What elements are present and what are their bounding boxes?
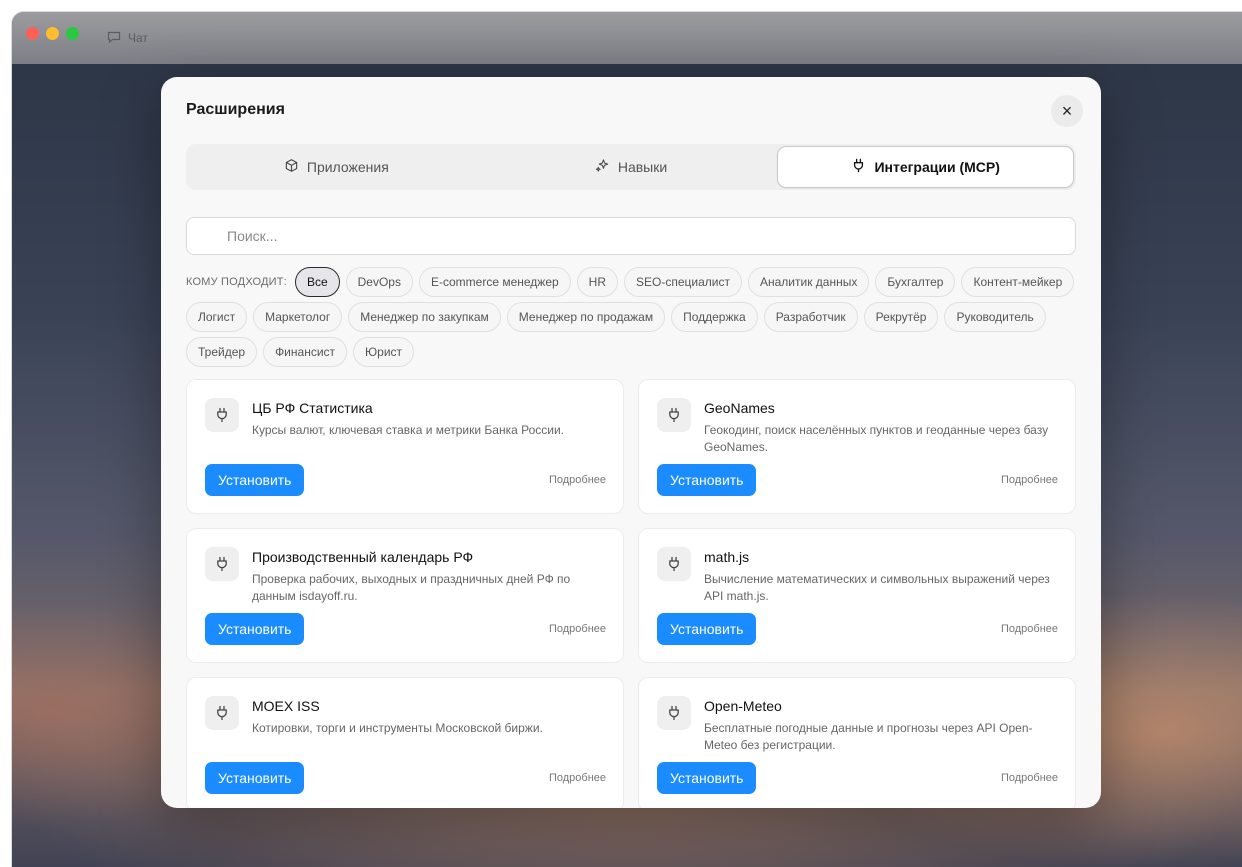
audience-filters: КОМУ ПОДХОДИТ: Все DevOps E-commerce мен…	[186, 267, 1076, 367]
plug-icon	[657, 696, 691, 730]
close-icon: ×	[1061, 100, 1073, 121]
integration-card: GeoNames Геокодинг, поиск населённых пун…	[638, 379, 1076, 514]
integration-card: math.js Вычисление математических и симв…	[638, 528, 1076, 663]
card-title: GeoNames	[704, 400, 775, 416]
install-button[interactable]: Установить	[205, 464, 305, 496]
details-link[interactable]: Подробнее	[1001, 474, 1058, 486]
filter-chip-financier[interactable]: Финансист	[263, 337, 348, 367]
filter-chip-recruiter[interactable]: Рекрутёр	[863, 302, 939, 332]
modal-title: Расширения	[186, 101, 285, 118]
card-title: Open-Meteo	[704, 698, 782, 714]
plug-icon	[657, 398, 691, 432]
zoom-window-button[interactable]	[66, 27, 79, 40]
filter-chip-logistician[interactable]: Логист	[186, 302, 248, 332]
tab-integrations-label: Интеграции (MCP)	[874, 159, 1000, 175]
card-title: math.js	[704, 549, 750, 565]
install-button[interactable]: Установить	[657, 464, 757, 496]
box-icon	[284, 158, 299, 176]
filter-chip-support[interactable]: Поддержка	[671, 302, 758, 332]
integration-card: ЦБ РФ Статистика Курсы валют, ключевая с…	[186, 379, 624, 514]
search-box	[186, 217, 1076, 255]
plug-icon	[657, 547, 691, 581]
close-button[interactable]: ×	[1051, 95, 1083, 127]
plug-icon	[205, 398, 239, 432]
tab-bar: Приложения Навыки Интеграции (MCP)	[186, 144, 1076, 190]
plug-icon	[851, 158, 866, 176]
filter-chip-seo[interactable]: SEO-специалист	[624, 267, 742, 297]
card-description: Геокодинг, поиск населённых пунктов и ге…	[704, 423, 1049, 454]
filter-chip-hr[interactable]: HR	[576, 267, 619, 297]
close-window-button[interactable]	[26, 27, 39, 40]
plug-icon	[205, 547, 239, 581]
integration-card: Производственный календарь РФ Проверка р…	[186, 528, 624, 663]
details-link[interactable]: Подробнее	[1001, 623, 1058, 635]
install-button[interactable]: Установить	[205, 762, 305, 794]
filter-chip-devops[interactable]: DevOps	[345, 267, 413, 297]
card-title: MOEX ISS	[252, 698, 320, 714]
title-bar: Чат	[12, 12, 1242, 64]
filter-chip-developer[interactable]: Разработчик	[763, 302, 858, 332]
filter-chip-content-maker[interactable]: Контент-мейкер	[961, 267, 1075, 297]
install-button[interactable]: Установить	[205, 613, 305, 645]
install-button[interactable]: Установить	[657, 762, 757, 794]
tab-integrations[interactable]: Интеграции (MCP)	[778, 147, 1074, 187]
extensions-modal: Расширения × Приложения Навыки Интеграци…	[161, 77, 1101, 808]
details-link[interactable]: Подробнее	[1001, 772, 1058, 784]
tab-apps-label: Приложения	[306, 159, 389, 175]
plug-icon	[205, 696, 239, 730]
integrations-grid: ЦБ РФ Статистика Курсы валют, ключевая с…	[186, 379, 1076, 808]
minimize-window-button[interactable]	[46, 27, 59, 40]
filter-chip-data-analyst[interactable]: Аналитик данных	[747, 267, 870, 297]
search-input[interactable]	[187, 218, 1075, 254]
card-description: Котировки, торги и инструменты Московско…	[252, 721, 543, 735]
filter-chip-marketer[interactable]: Маркетолог	[253, 302, 343, 332]
card-title: Производственный календарь РФ	[252, 549, 474, 565]
filter-chip-manager[interactable]: Руководитель	[944, 302, 1046, 332]
card-description: Бесплатные погодные данные и прогнозы че…	[704, 721, 1033, 752]
card-description: Вычисление математических и символьных в…	[704, 572, 1050, 603]
card-title: ЦБ РФ Статистика	[252, 400, 373, 416]
tab-skills-label: Навыки	[617, 159, 668, 175]
tab-apps[interactable]: Приложения	[189, 147, 484, 187]
filter-chip-procurement[interactable]: Менеджер по закупкам	[348, 302, 501, 332]
filter-chip-all[interactable]: Все	[294, 267, 340, 297]
filter-chip-ecommerce[interactable]: E-commerce менеджер	[418, 267, 571, 297]
integration-card: MOEX ISS Котировки, торги и инструменты …	[186, 677, 624, 808]
details-link[interactable]: Подробнее	[549, 623, 606, 635]
install-button[interactable]: Установить	[657, 613, 757, 645]
chat-bubble-icon	[106, 29, 122, 48]
sparkles-icon	[595, 158, 610, 176]
filter-chip-lawyer[interactable]: Юрист	[353, 337, 415, 367]
filter-chip-accountant[interactable]: Бухгалтер	[875, 267, 956, 297]
card-description: Курсы валют, ключевая ставка и метрики Б…	[252, 423, 565, 437]
chat-tab[interactable]: Чат	[106, 28, 148, 48]
filter-chip-sales[interactable]: Менеджер по продажам	[506, 302, 666, 332]
details-link[interactable]: Подробнее	[549, 474, 606, 486]
card-description: Проверка рабочих, выходных и праздничных…	[252, 572, 571, 603]
filter-label: КОМУ ПОДХОДИТ:	[186, 276, 287, 288]
app-window: Чат Расширения × Приложения Навыки Интег…	[12, 12, 1242, 867]
tab-skills[interactable]: Навыки	[484, 147, 779, 187]
chat-tab-label: Чат	[128, 31, 148, 45]
details-link[interactable]: Подробнее	[549, 772, 606, 784]
integration-card: Open-Meteo Бесплатные погодные данные и …	[638, 677, 1076, 808]
filter-chip-trader[interactable]: Трейдер	[186, 337, 258, 367]
